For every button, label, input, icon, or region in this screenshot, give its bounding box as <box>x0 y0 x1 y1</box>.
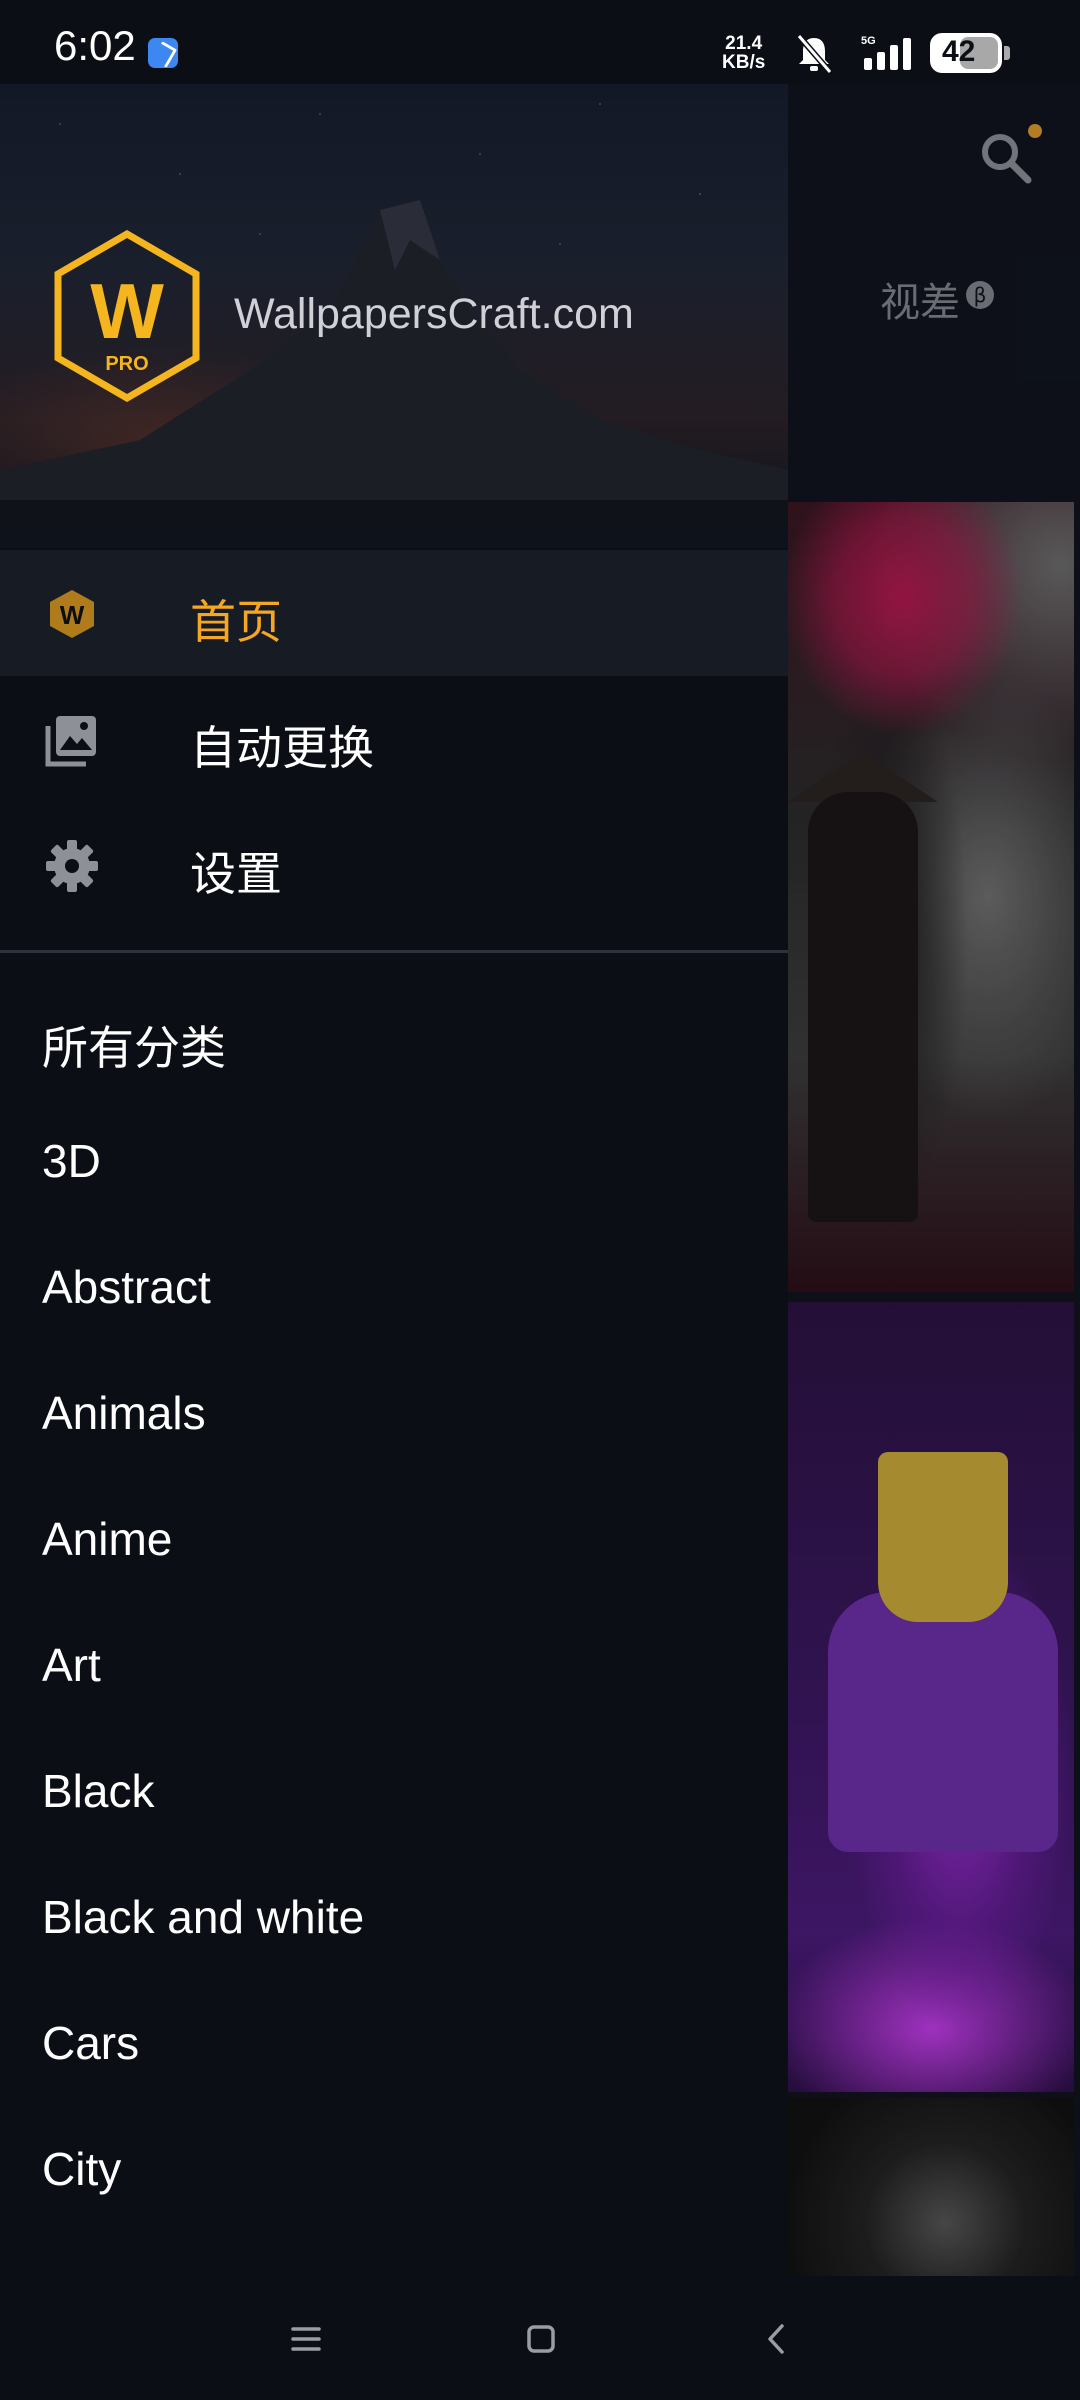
app-notification-icon <box>148 38 178 68</box>
menu-item-label: 首页 <box>190 595 282 649</box>
photo-library-icon <box>42 710 102 770</box>
gear-icon <box>42 836 102 896</box>
drawer-header: W PRO WallpapersCraft.com <box>0 84 788 530</box>
svg-text:PRO: PRO <box>105 353 148 375</box>
system-navigation-bar <box>0 2276 1080 2400</box>
category-city[interactable]: City <box>42 2142 121 2196</box>
all-categories-heading[interactable]: 所有分类 <box>42 1012 226 1078</box>
network-speed: 21.4 KB/s <box>722 34 765 72</box>
category-cars[interactable]: Cars <box>42 2016 139 2070</box>
menu-item-label: 设置 <box>190 847 282 901</box>
battery-icon: 42 <box>930 33 1010 73</box>
status-bar: 6:02 21.4 KB/s 5G 42 <box>0 0 1080 84</box>
category-art[interactable]: Art <box>42 1638 101 1692</box>
back-button[interactable] <box>752 2314 802 2364</box>
category-anime[interactable]: Anime <box>42 1512 172 1566</box>
category-animals[interactable]: Animals <box>42 1386 206 1440</box>
drawer-scrim[interactable] <box>788 84 1080 2276</box>
brand-name: WallpapersCraft.com <box>234 290 634 338</box>
category-black[interactable]: Black <box>42 1764 154 1818</box>
category-3d[interactable]: 3D <box>42 1134 101 1188</box>
svg-text:W: W <box>60 600 85 630</box>
menu-item-auto-change[interactable]: 自动更换 <box>0 676 788 802</box>
svg-text:W: W <box>90 267 164 355</box>
bell-muted-icon <box>796 34 833 74</box>
recents-button[interactable] <box>281 2314 331 2364</box>
wallpaperscraft-pro-logo: W PRO <box>52 229 202 403</box>
signal-icon: 5G <box>860 34 920 74</box>
menu-item-label: 自动更换 <box>190 721 374 775</box>
network-type: 5G <box>861 35 876 47</box>
menu-item-settings[interactable]: 设置 <box>0 802 788 928</box>
battery-level: 42 <box>942 35 976 68</box>
divider <box>0 950 788 953</box>
wallpaperscraft-logo-icon: W <box>42 584 102 644</box>
navigation-drawer: W PRO WallpapersCraft.com W 首页 自动更换 设置 所… <box>0 84 788 2276</box>
home-button[interactable] <box>516 2314 566 2364</box>
network-speed-unit: KB/s <box>722 52 766 73</box>
network-speed-value: 21.4 <box>725 33 763 54</box>
status-time: 6:02 <box>54 22 136 69</box>
category-abstract[interactable]: Abstract <box>42 1260 211 1314</box>
menu-item-home[interactable]: W 首页 <box>0 550 788 676</box>
category-black-and-white[interactable]: Black and white <box>42 1890 364 1944</box>
